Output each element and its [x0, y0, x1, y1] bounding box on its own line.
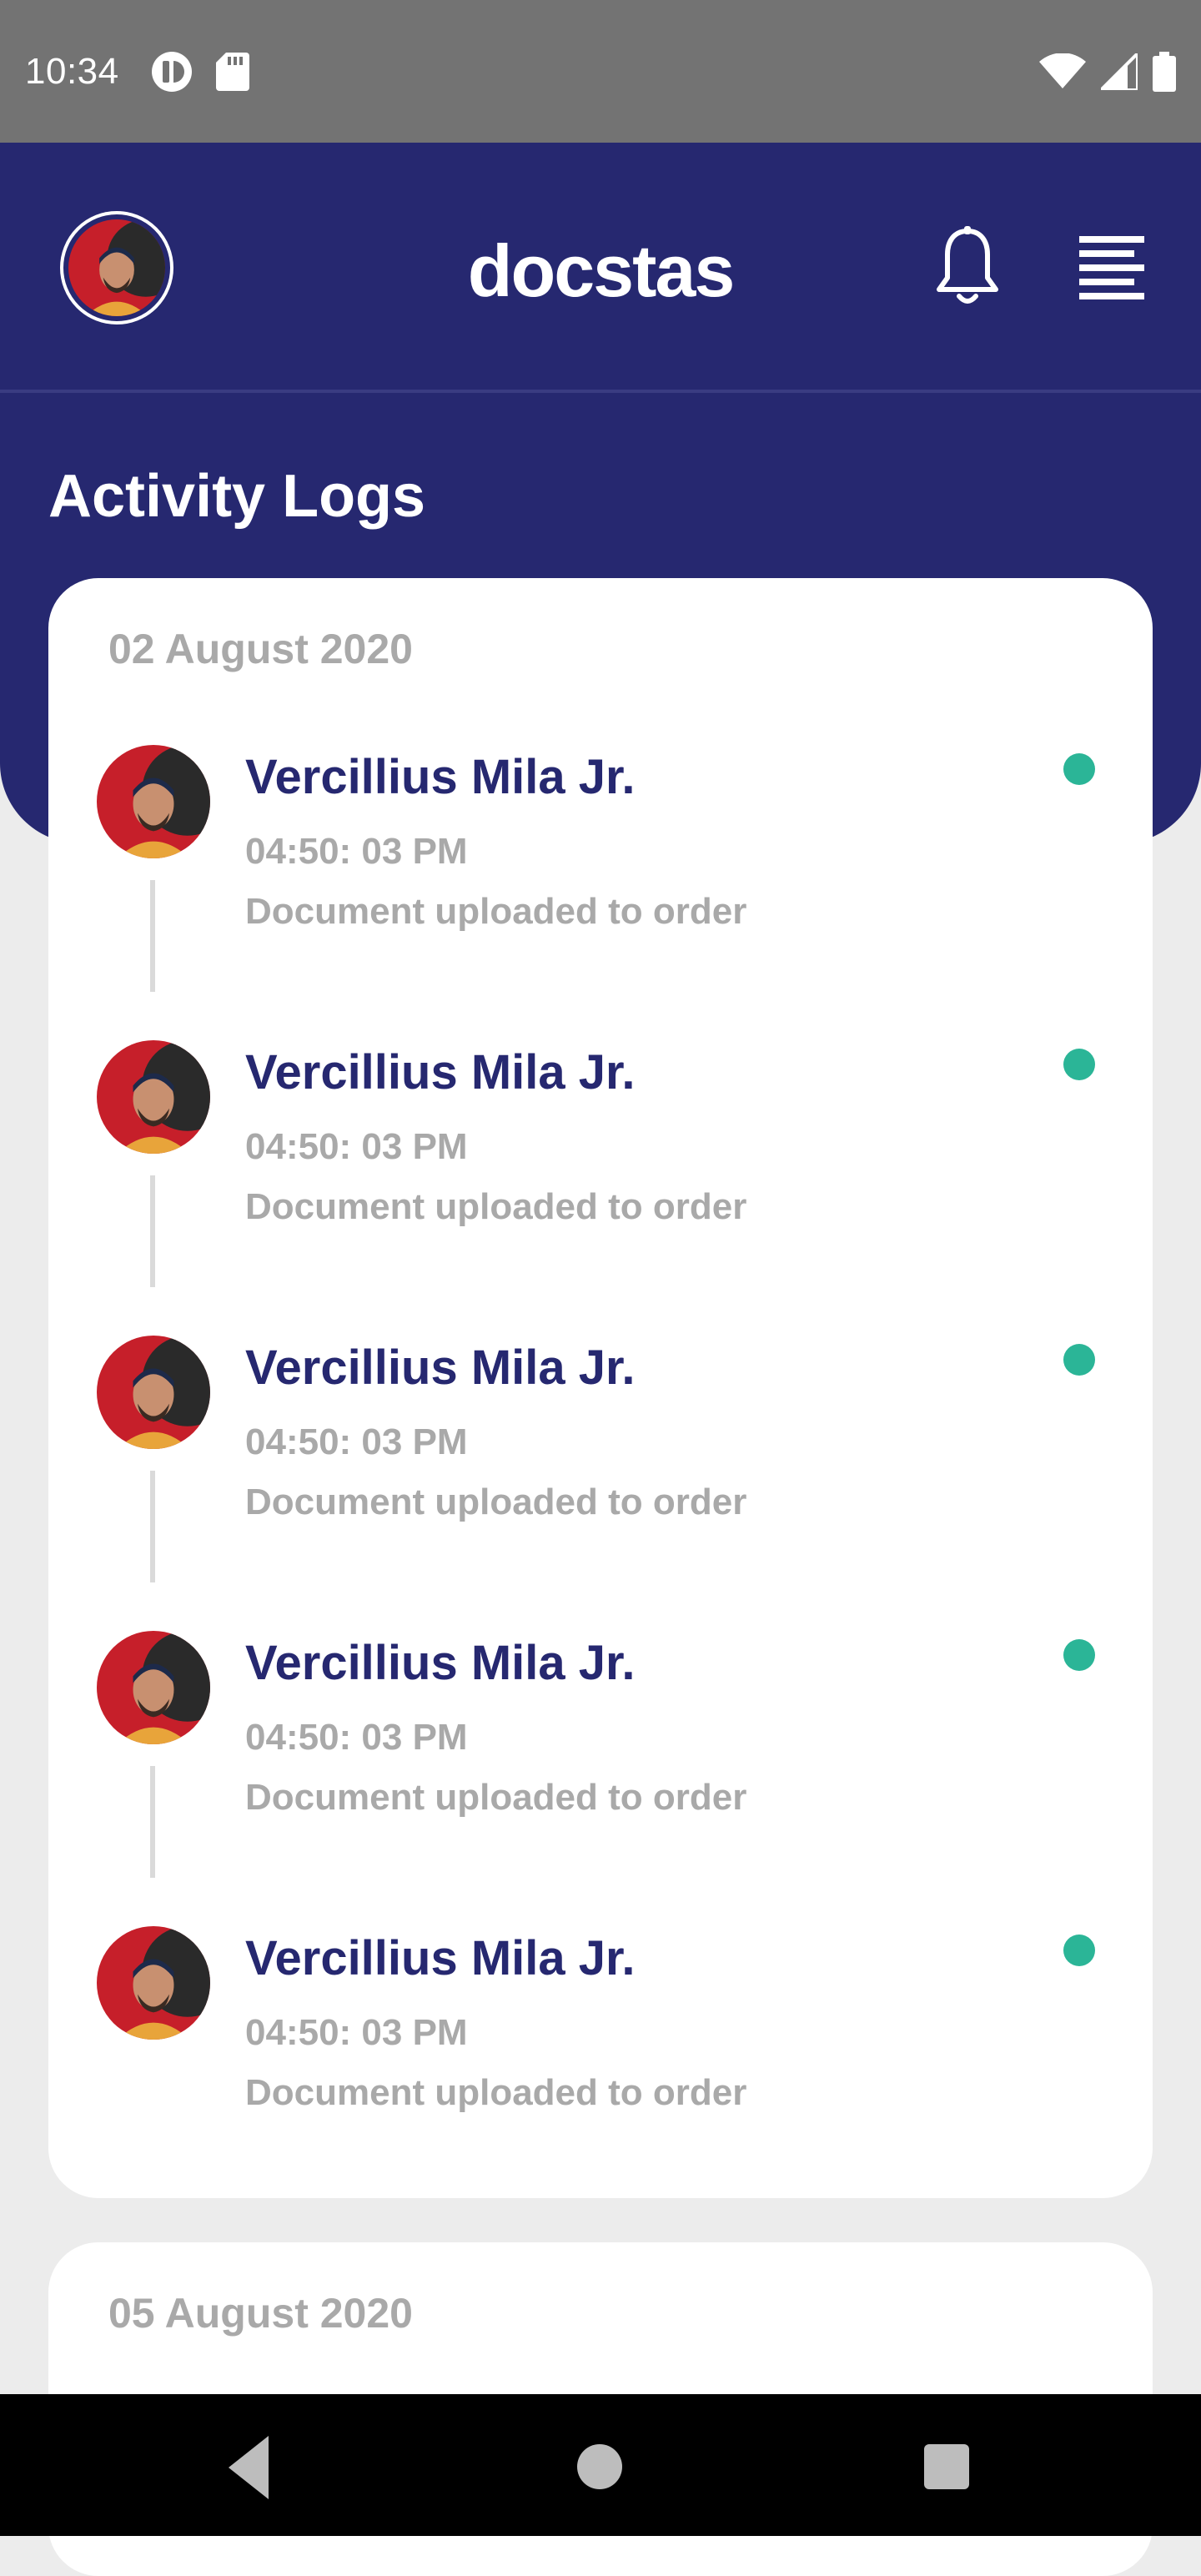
timeline-connector	[150, 880, 155, 992]
activity-group-card: 02 August 2020 Vercillius Mila Jr. 04:50…	[48, 578, 1153, 2198]
status-dot	[1063, 753, 1095, 785]
log-user-name: Vercillius Mila Jr.	[245, 1341, 636, 1395]
status-time: 10:34	[25, 50, 119, 92]
log-description: Document uploaded to order	[245, 1482, 747, 1522]
battery-icon	[1153, 51, 1176, 92]
app-header: docstas	[0, 143, 1201, 393]
list-item[interactable]: Vercillius Mila Jr. 04:50: 03 PM Documen…	[48, 1040, 1153, 1336]
notification-bell-icon[interactable]	[932, 226, 1003, 309]
log-user-name: Vercillius Mila Jr.	[245, 1931, 636, 1985]
signal-icon	[1101, 53, 1138, 90]
app-title: docstas	[467, 229, 736, 312]
avatar	[97, 1336, 210, 1449]
log-time: 04:50: 03 PM	[245, 1126, 468, 1167]
back-icon[interactable]	[225, 2433, 272, 2503]
status-dot	[1063, 1344, 1095, 1376]
log-time: 04:50: 03 PM	[245, 1717, 468, 1758]
menu-icon[interactable]	[1079, 236, 1144, 299]
recent-apps-icon[interactable]	[924, 2444, 969, 2489]
group-date: 02 August 2020	[108, 626, 413, 672]
list-item[interactable]: Vercillius Mila Jr. 04:50: 03 PM Documen…	[48, 1336, 1153, 1631]
list-item[interactable]: Vercillius Mila Jr. 04:50: 03 PM Documen…	[48, 745, 1153, 1040]
wifi-icon	[1039, 53, 1086, 88]
timeline-connector	[150, 1471, 155, 1582]
log-description: Document uploaded to order	[245, 1186, 747, 1227]
system-nav-bar	[0, 2394, 1201, 2536]
data-saver-icon	[151, 51, 192, 92]
status-dot	[1063, 1639, 1095, 1671]
sd-card-icon	[215, 52, 249, 91]
log-description: Document uploaded to order	[245, 1777, 747, 1818]
status-dot	[1063, 1049, 1095, 1080]
status-bar: 10:34	[0, 0, 1201, 143]
log-user-name: Vercillius Mila Jr.	[245, 1045, 636, 1099]
status-dot	[1063, 1935, 1095, 1966]
timeline-connector	[150, 1766, 155, 1878]
log-time: 04:50: 03 PM	[245, 831, 468, 872]
group-date: 05 August 2020	[108, 2290, 413, 2337]
avatar	[97, 1040, 210, 1154]
list-item[interactable]: Vercillius Mila Jr. 04:50: 03 PM Documen…	[48, 1631, 1153, 1926]
home-icon[interactable]	[577, 2444, 622, 2489]
log-time: 04:50: 03 PM	[245, 1421, 468, 1462]
log-description: Document uploaded to order	[245, 2072, 747, 2113]
avatar	[97, 1926, 210, 2040]
timeline-connector	[150, 1175, 155, 1287]
list-item[interactable]: Vercillius Mila Jr. 04:50: 03 PM Documen…	[48, 1926, 1153, 2221]
log-time: 04:50: 03 PM	[245, 2012, 468, 2053]
log-description: Document uploaded to order	[245, 891, 747, 932]
log-user-name: Vercillius Mila Jr.	[245, 750, 636, 804]
page-title: Activity Logs	[48, 463, 426, 530]
avatar	[97, 1631, 210, 1744]
avatar	[97, 745, 210, 858]
log-user-name: Vercillius Mila Jr.	[245, 1636, 636, 1690]
